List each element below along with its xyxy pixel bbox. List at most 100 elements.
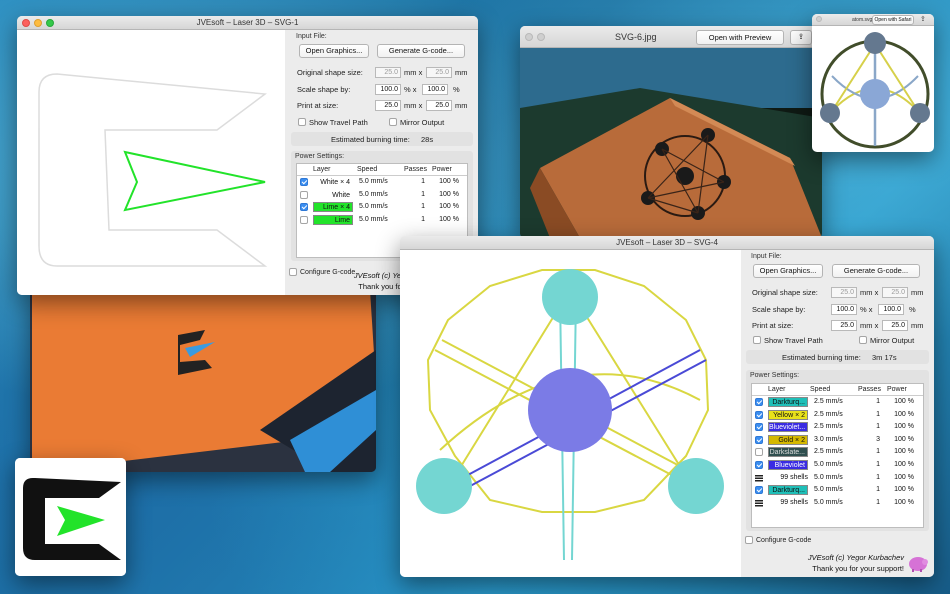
power-value[interactable]: 100 % [888,472,914,484]
passes-value[interactable]: 1 [858,409,880,421]
passes-value[interactable]: 1 [403,214,425,226]
layer-enable-checkbox[interactable] [755,410,763,419]
passes-value[interactable]: 1 [403,201,425,213]
passes-value[interactable]: 1 [858,484,880,496]
piggy-bank-icon[interactable] [907,553,929,573]
layer-enable-checkbox[interactable] [300,215,308,224]
fullscreen-icon[interactable] [537,33,545,41]
passes-value[interactable]: 1 [858,396,880,408]
open-graphics-button[interactable]: Open Graphics... [753,264,823,278]
layer-enable-checkbox[interactable] [755,461,763,469]
speed-value[interactable]: 5.0 mm/s [355,176,395,188]
layer-enable-checkbox[interactable] [300,203,308,212]
layer-enable-checkbox[interactable] [755,423,763,432]
mirror-output-checkbox[interactable] [389,118,397,126]
power-value[interactable]: 100 % [888,409,914,421]
open-with-preview-button[interactable]: Open with Preview [696,30,784,45]
mm-unit: mm [455,68,468,77]
power-value[interactable]: 100 % [888,497,914,509]
speed-value[interactable]: 2.5 mm/s [810,409,850,421]
table-row[interactable]: Darkturq... 5.0 mm/s 1 100 % [752,484,923,496]
print-width-field[interactable]: 25.0 [831,320,857,331]
passes-value[interactable]: 1 [858,459,880,471]
minimize-icon[interactable] [34,19,42,27]
speed-value[interactable]: 2.5 mm/s [810,421,850,433]
passes-value[interactable]: 3 [858,434,880,446]
passes-value[interactable]: 1 [858,421,880,433]
passes-value[interactable]: 1 [858,497,880,509]
generate-gcode-button[interactable]: Generate G-code... [377,44,465,58]
configure-gcode-checkbox[interactable] [745,536,753,544]
configure-gcode-checkbox[interactable] [289,268,297,276]
passes-value[interactable]: 1 [403,176,425,188]
configure-gcode-label: Configure G-code [756,537,812,544]
win1-shape-canvas[interactable] [17,30,285,295]
passes-value[interactable]: 1 [858,472,880,484]
share-icon[interactable]: ⇪ [920,14,926,26]
mirror-output-checkbox[interactable] [859,336,867,344]
zoom-icon[interactable] [46,19,54,27]
speed-value[interactable]: 5.0 mm/s [355,189,395,201]
speed-value[interactable]: 5.0 mm/s [810,497,850,509]
power-value[interactable]: 100 % [888,446,914,458]
table-row[interactable]: White 5.0 mm/s 1 100 % [297,189,467,201]
speed-value[interactable]: 5.0 mm/s [810,484,850,496]
table-row[interactable]: Lime 5.0 mm/s 1 100 % [297,214,467,226]
table-row[interactable]: Blueviolet... 2.5 mm/s 1 100 % [752,421,923,433]
table-row[interactable]: White × 4 5.0 mm/s 1 100 % [297,176,467,188]
open-graphics-button[interactable]: Open Graphics... [299,44,369,58]
print-width-field[interactable]: 25.0 [375,100,401,111]
open-with-safari-button[interactable]: Open with Safari [872,15,914,25]
table-row[interactable]: Yellow × 2 2.5 mm/s 1 100 % [752,409,923,421]
power-value[interactable]: 100 % [433,189,459,201]
scale-y-field[interactable]: 100.0 [878,304,904,315]
passes-value[interactable]: 1 [858,446,880,458]
power-value[interactable]: 100 % [433,176,459,188]
speed-value[interactable]: 2.5 mm/s [810,396,850,408]
layer-enable-checkbox[interactable] [755,448,763,457]
layer-name: Lime [313,214,353,225]
table-row[interactable]: 99 shells 5.0 mm/s 1 100 % [752,497,923,509]
speed-value[interactable]: 5.0 mm/s [810,472,850,484]
table-row[interactable]: Gold × 2 3.0 mm/s 3 100 % [752,434,923,446]
power-value[interactable]: 100 % [888,421,914,433]
layer-enable-checkbox[interactable] [755,435,763,444]
passes-value[interactable]: 1 [403,189,425,201]
scale-x-field[interactable]: 100.0 [831,304,857,315]
layer-name: White × 4 [313,177,353,187]
power-value[interactable]: 100 % [433,201,459,213]
speed-value[interactable]: 5.0 mm/s [810,459,850,471]
show-travel-checkbox[interactable] [298,118,306,126]
speed-value[interactable]: 3.0 mm/s [810,434,850,446]
print-height-field[interactable]: 25.0 [426,100,452,111]
scale-y-field[interactable]: 100.0 [422,84,448,95]
layer-enable-checkbox[interactable] [755,486,763,495]
print-height-field[interactable]: 25.0 [882,320,908,331]
show-travel-checkbox[interactable] [753,336,761,344]
show-travel-label: Show Travel Path [764,336,823,345]
layer-enable-checkbox[interactable] [300,178,308,186]
layer-enable-checkbox[interactable] [755,398,763,406]
speed-value[interactable]: 5.0 mm/s [355,214,395,226]
table-row[interactable]: 99 shells 5.0 mm/s 1 100 % [752,472,923,484]
speed-value[interactable]: 5.0 mm/s [355,201,395,213]
layer-enable-checkbox[interactable] [300,190,308,199]
speed-value[interactable]: 2.5 mm/s [810,446,850,458]
power-value[interactable]: 100 % [888,484,914,496]
power-value[interactable]: 100 % [433,214,459,226]
table-row[interactable]: Lime × 4 5.0 mm/s 1 100 % [297,201,467,213]
credit-line1: JVEsoft (c) Yegor Kurbachev [807,553,904,562]
table-row[interactable]: Darkslate... 2.5 mm/s 1 100 % [752,446,923,458]
share-button[interactable]: ⇪ [790,30,812,45]
table-row[interactable]: Darkturq... 2.5 mm/s 1 100 % [752,396,923,408]
power-value[interactable]: 100 % [888,434,914,446]
close-icon[interactable] [22,19,30,27]
generate-gcode-button[interactable]: Generate G-code... [832,264,920,278]
scale-x-field[interactable]: 100.0 [375,84,401,95]
win2-shape-canvas[interactable] [400,250,741,577]
power-value[interactable]: 100 % [888,459,914,471]
power-value[interactable]: 100 % [888,396,914,408]
close-icon[interactable] [525,33,533,41]
table-row[interactable]: Blueviolet 5.0 mm/s 1 100 % [752,459,923,471]
close-icon[interactable] [816,16,822,22]
